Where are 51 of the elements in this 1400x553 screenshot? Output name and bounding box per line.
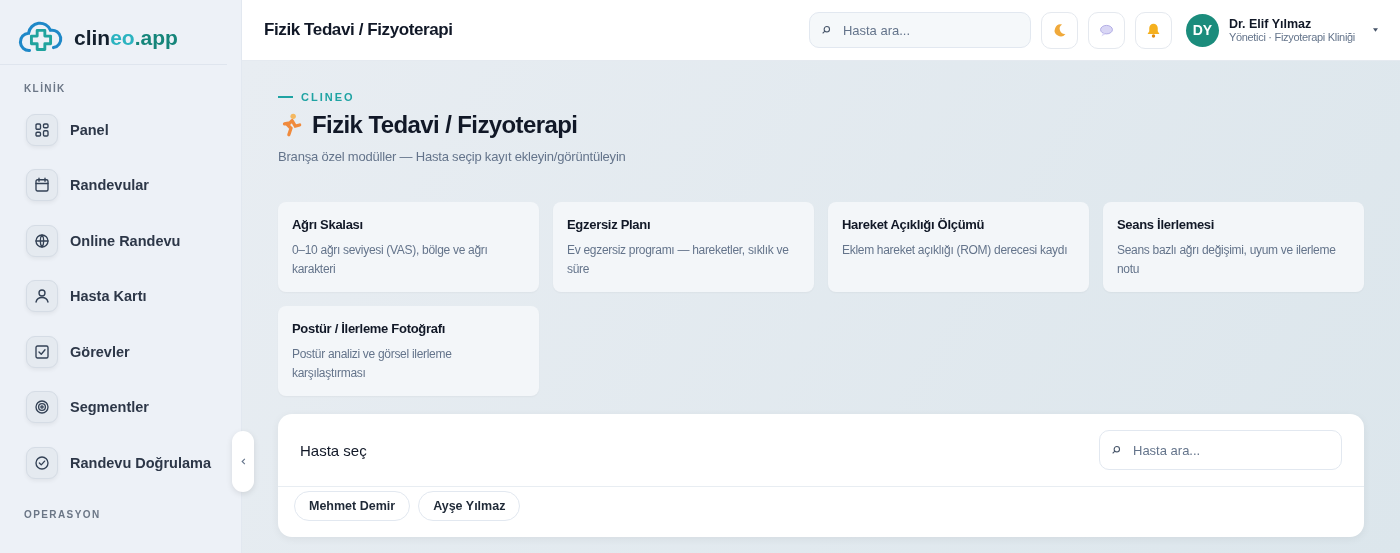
page-header-title: Fizik Tedavi / Fizyoterapi <box>264 20 453 40</box>
patient-chip[interactable]: Mehmet Demir <box>294 491 411 521</box>
check-circle-icon <box>33 453 51 472</box>
patient-chip[interactable]: Ayşe Yılmaz <box>418 491 521 521</box>
caret-icon[interactable] <box>1373 28 1378 32</box>
nav-item[interactable]: Randevular <box>26 157 157 213</box>
module-card[interactable]: Egzersiz Planı Ev egzersiz programı — hareketler, sıklık ve süre <box>553 202 814 292</box>
user-name: Dr. Elif Yılmaz <box>1228 17 1313 31</box>
module-description: Ev egzersiz programı — hareketler, sıklık ve süre <box>567 242 790 279</box>
nav-item[interactable]: Online Randevu <box>26 213 189 269</box>
chevron-left-icon <box>238 457 248 466</box>
messages-button[interactable] <box>1087 11 1125 49</box>
globe-icon <box>33 231 51 250</box>
module-description: Seans bazlı ağrı değişimi, uyum ve ilerleme notu <box>1117 242 1337 279</box>
notifications-button[interactable] <box>1134 11 1172 49</box>
nav-item[interactable]: Randevu Doğrulama <box>26 435 219 491</box>
module-description: Eklem hareket açıklığı (ROM) derecesi kaydı <box>842 242 1069 259</box>
module-description: Postür analizi ve görsel ilerleme karşılaştırması <box>292 346 453 383</box>
search-icon <box>820 25 831 35</box>
nav-item[interactable]: Görevler <box>26 324 138 380</box>
collapse-sidebar-button[interactable] <box>232 431 254 492</box>
calendar-icon <box>33 176 51 195</box>
module-title: Hareket Açıklığı Ölçümü <box>842 217 986 232</box>
module-card[interactable]: Postür / İlerleme Fotoğrafı Postür analizi ve görsel ilerleme karşılaştırması <box>278 306 539 396</box>
eyebrow-label: CLINEO <box>301 91 355 103</box>
module-card[interactable]: Seans İlerlemesi Seans bazlı ağrı değişimi, uyum ve ilerleme notu <box>1103 202 1364 292</box>
page-title: Fizik Tedavi / Fizyoterapi <box>312 111 578 139</box>
user-avatar[interactable]: DY <box>1185 13 1219 47</box>
module-card[interactable]: Ağrı Skalası 0–10 ağrı seviyesi (VAS), bölge ve ağrı karakteri <box>278 202 539 292</box>
module-title: Egzersiz Planı <box>567 217 652 232</box>
check-square-icon <box>33 342 51 361</box>
module-card[interactable]: Hareket Açıklığı Ölçümü Eklem hareket açıklığı (ROM) derecesi kaydı <box>828 202 1089 292</box>
grid-icon <box>33 120 51 139</box>
page-subtitle: Branşa özel modüller — Hasta seçip kayıt ekleyin/görüntüleyin <box>278 149 627 164</box>
nav-item[interactable]: Segmentler <box>26 379 157 435</box>
module-title: Seans İlerlemesi <box>1117 217 1216 232</box>
nav-item[interactable]: Panel <box>26 102 117 158</box>
module-title: Ağrı Skalası <box>292 217 364 232</box>
user-role: Yönetici · Fizyoterapi Kliniği <box>1228 31 1355 43</box>
search-field[interactable]: Hasta ara... <box>808 12 1031 48</box>
module-title: Postür / İlerleme Fotoğrafı <box>292 321 446 336</box>
search-icon <box>1111 445 1121 455</box>
panel-title: Hasta seç <box>300 441 367 459</box>
section-heading: KLİNİK <box>23 81 67 96</box>
section-heading: OPERASYON <box>23 507 102 522</box>
patient-search-field[interactable]: Hasta ara... <box>1099 430 1342 470</box>
brand-name: clineo.app <box>74 26 178 50</box>
target-icon <box>33 398 51 417</box>
module-description: 0–10 ağrı seviyesi (VAS), bölge ve ağrı karakteri <box>292 242 489 279</box>
theme-toggle-button[interactable] <box>1040 11 1078 49</box>
nav-item[interactable]: Hasta Kartı <box>26 268 155 324</box>
